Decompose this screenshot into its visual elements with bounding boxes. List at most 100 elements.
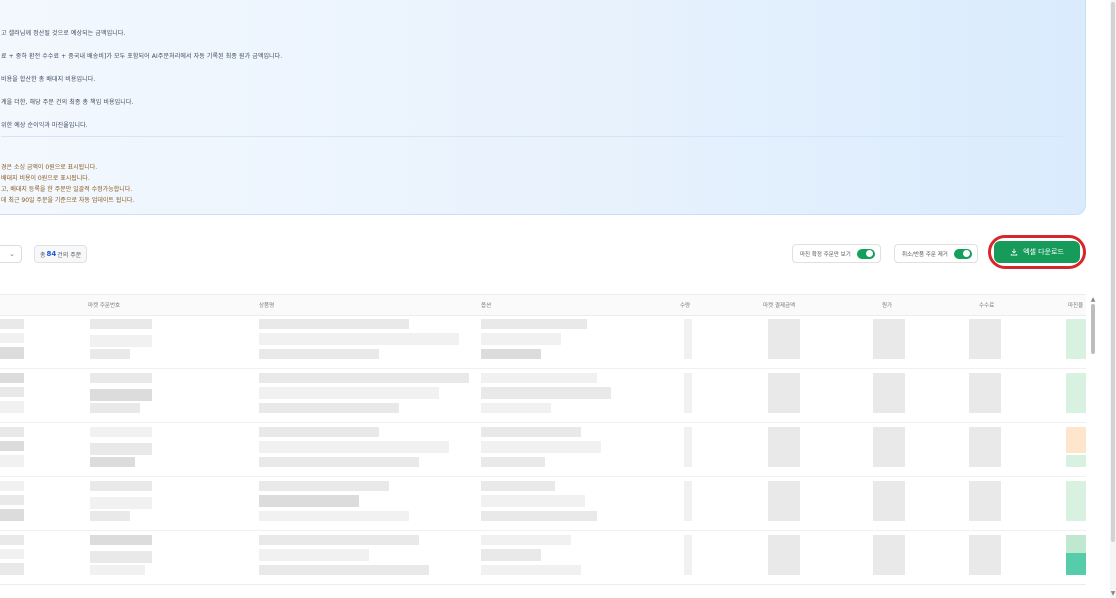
toggle-switch[interactable] [856, 248, 875, 259]
redacted-cell [481, 403, 551, 413]
table-row[interactable] [0, 477, 1086, 531]
redacted-cell [768, 535, 800, 575]
redacted-cell [873, 319, 905, 359]
redacted-cell [1066, 535, 1086, 553]
redacted-cell [90, 427, 152, 437]
redacted-cell [259, 441, 449, 453]
col-fee[interactable]: 수수료 [979, 301, 994, 309]
order-count-suffix: 건의 주문 [57, 251, 82, 259]
scroll-down-icon[interactable]: ▼ [1110, 590, 1116, 597]
redacted-cell [0, 535, 24, 545]
col-margin-rate[interactable]: 마진율 [1068, 301, 1083, 309]
redacted-cell [481, 333, 561, 345]
redacted-cell [873, 373, 905, 413]
redacted-cell [969, 319, 1001, 359]
redacted-cell [0, 401, 24, 413]
info-panel: 고 셀러님께 정산될 것으로 예상되는 금액입니다. 료 + 중하 환전 수수료… [0, 0, 1086, 215]
redacted-cell [684, 427, 692, 467]
col-cost[interactable]: 원가 [882, 301, 892, 309]
info-line-settlement: 고 셀러님께 정산될 것으로 예상되는 금액입니다. [1, 30, 126, 37]
exclude-cancel-toggle[interactable]: 취소/반품 주문 제거 [894, 244, 978, 263]
redacted-cell [684, 373, 692, 413]
redacted-cell [259, 427, 379, 437]
redacted-cell [90, 497, 152, 509]
col-product-name[interactable]: 상품명 [259, 301, 274, 309]
col-market-payment[interactable]: 마켓 결제금액 [763, 301, 795, 309]
redacted-cell [0, 495, 24, 505]
orders-table: 마켓 주문번호 상품명 옵션 수량 마켓 결제금액 원가 수수료 마진율 [0, 294, 1086, 585]
table-row[interactable] [0, 423, 1086, 477]
redacted-cell [481, 565, 581, 575]
redacted-cell [768, 427, 800, 467]
col-quantity[interactable]: 수량 [680, 301, 690, 309]
excel-download-button[interactable]: 엑셀 다운로드 [994, 241, 1080, 263]
redacted-cell [0, 333, 24, 343]
redacted-cell [0, 481, 24, 491]
redacted-cell [259, 373, 469, 383]
redacted-cell [481, 427, 581, 437]
redacted-cell [1066, 319, 1086, 359]
redacted-cell [259, 319, 409, 329]
redacted-cell [0, 387, 24, 397]
redacted-cell [90, 319, 152, 329]
redacted-cell [90, 551, 152, 563]
redacted-cell [259, 511, 409, 521]
col-market-order-no[interactable]: 마켓 주문번호 [88, 301, 120, 309]
redacted-cell [0, 509, 24, 521]
redacted-cell [969, 373, 1001, 413]
table-row[interactable] [0, 531, 1086, 585]
redacted-cell [481, 495, 585, 507]
redacted-cell [0, 347, 24, 359]
page-scroll-thumb[interactable] [1111, 2, 1115, 542]
redacted-cell [90, 443, 152, 455]
redacted-cell [259, 403, 399, 413]
redacted-cell [481, 349, 541, 359]
redacted-cell [90, 511, 130, 521]
col-option[interactable]: 옵션 [481, 301, 491, 309]
redacted-cell [969, 427, 1001, 467]
redacted-cell [0, 373, 24, 383]
redacted-cell [90, 373, 152, 383]
redacted-cell [969, 535, 1001, 575]
table-scroll-thumb[interactable] [1091, 304, 1095, 354]
redacted-cell [259, 565, 429, 575]
redacted-cell [259, 549, 369, 561]
table-row[interactable] [0, 369, 1086, 423]
redacted-cell [481, 511, 597, 521]
confirmed-margin-toggle[interactable]: 마진 확정 주문만 보기 [792, 244, 881, 263]
redacted-cell [684, 319, 692, 359]
redacted-cell [873, 481, 905, 521]
redacted-cell [259, 457, 419, 467]
redacted-cell [481, 319, 587, 329]
table-row[interactable] [0, 315, 1086, 369]
redacted-cell [0, 441, 24, 451]
redacted-cell [90, 565, 145, 575]
redacted-cell [873, 535, 905, 575]
info-divider [1, 136, 1063, 137]
redacted-cell [0, 455, 24, 467]
redacted-cell [684, 481, 692, 521]
redacted-cell [684, 535, 692, 575]
order-count-badge: 총 84 건의 주문 [34, 245, 88, 263]
redacted-cell [768, 319, 800, 359]
redacted-cell [768, 373, 800, 413]
redacted-cell [481, 441, 601, 453]
toggle-switch[interactable] [953, 248, 972, 259]
order-count-value: 84 [46, 250, 57, 258]
redacted-cell [259, 495, 359, 507]
redacted-cell [1066, 553, 1086, 575]
note-line-1: 경은 소싱 금액이 0원으로 표시됩니다. [1, 164, 98, 171]
redacted-cell [90, 403, 140, 413]
redacted-cell [481, 457, 545, 467]
redacted-cell [259, 387, 439, 399]
redacted-cell [768, 481, 800, 521]
scroll-up-icon[interactable]: ▲ [1090, 296, 1096, 303]
info-line-shipping: 비용을 합산한 총 배대지 비용입니다. [1, 76, 96, 83]
redacted-cell [90, 335, 152, 347]
redacted-cell [481, 535, 571, 545]
period-select[interactable]: ⌄ [0, 245, 22, 263]
redacted-cell [259, 481, 389, 491]
note-line-4: 데 최근 90일 주문을 기준으로 자동 업데이트 됩니다. [1, 197, 135, 204]
redacted-cell [90, 457, 135, 467]
table-bottom-border [0, 584, 1086, 585]
